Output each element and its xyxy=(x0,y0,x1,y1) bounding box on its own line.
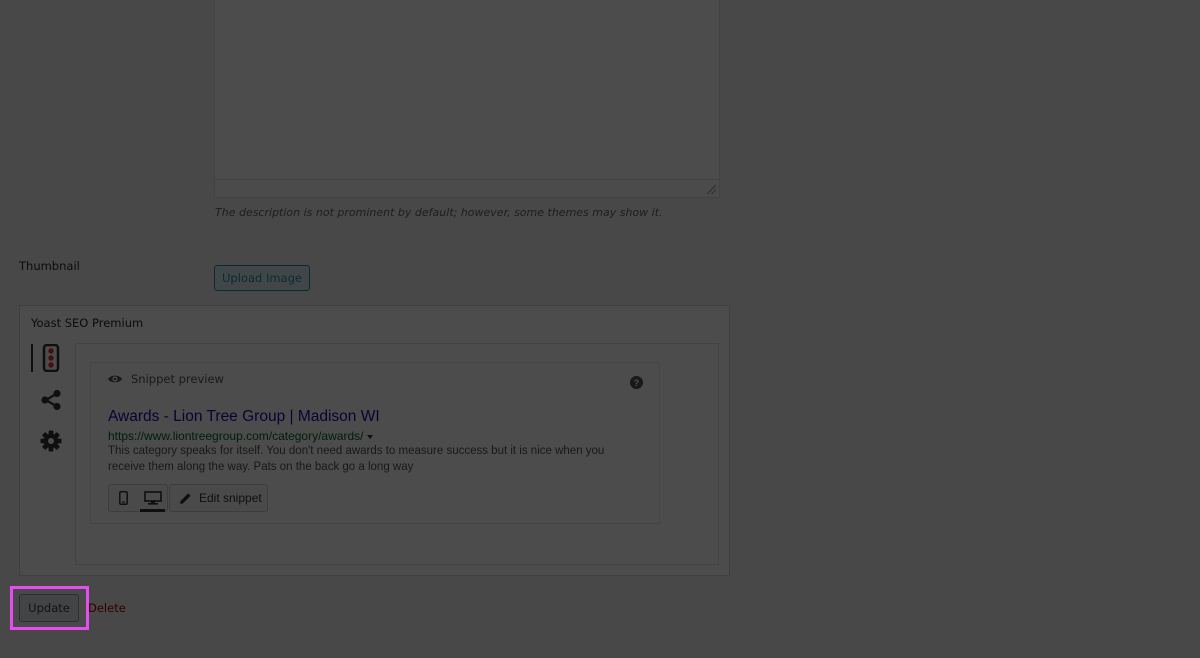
description-help-text: The description is not prominent by defa… xyxy=(215,206,663,219)
term-edit-page: The description is not prominent by defa… xyxy=(0,0,1200,658)
content-analysis-panel: Snippet preview ? Awards - Lion Tree Gro… xyxy=(75,343,719,565)
snippet-title[interactable]: Awards - Lion Tree Group | Madison WI xyxy=(108,408,380,426)
gear-icon xyxy=(40,430,62,452)
mobile-preview-button[interactable] xyxy=(109,485,138,511)
edit-snippet-button[interactable]: Edit snippet xyxy=(169,484,268,512)
thumbnail-label: Thumbnail xyxy=(19,259,80,273)
snippet-preview: Snippet preview ? Awards - Lion Tree Gro… xyxy=(90,362,660,524)
desktop-preview-button[interactable] xyxy=(138,485,167,512)
upload-image-button[interactable]: Upload Image xyxy=(214,265,310,291)
description-textarea[interactable] xyxy=(214,0,720,198)
eye-icon xyxy=(108,375,122,383)
mobile-icon xyxy=(119,491,128,505)
metabox-title: Yoast SEO Premium xyxy=(31,316,144,330)
snippet-url[interactable]: https://www.liontreegroup.com/category/a… xyxy=(108,429,374,443)
pencil-icon xyxy=(180,492,191,504)
highlight-frame xyxy=(10,586,89,630)
resize-handle-icon[interactable] xyxy=(707,185,716,194)
caret-down-icon xyxy=(367,434,374,439)
snippet-description[interactable]: This category speaks for itself. You don… xyxy=(108,443,628,475)
help-icon[interactable]: ? xyxy=(630,376,643,389)
desktop-icon xyxy=(143,491,162,505)
tab-advanced[interactable] xyxy=(36,426,66,456)
delete-link[interactable]: Delete xyxy=(88,601,126,615)
snippet-url-text: https://www.liontreegroup.com/category/a… xyxy=(108,429,364,443)
share-icon xyxy=(41,389,61,411)
snippet-preview-header: Snippet preview xyxy=(107,372,224,386)
tab-content-analysis[interactable] xyxy=(31,343,66,373)
textarea-footer xyxy=(215,179,719,197)
preview-mode-toggle xyxy=(108,484,168,512)
yoast-seo-metabox: Yoast SEO Premium Snippet preview ? Awar… xyxy=(19,305,730,576)
snippet-preview-label: Snippet preview xyxy=(131,372,224,386)
traffic-light-icon xyxy=(42,344,60,372)
tab-social[interactable] xyxy=(36,385,66,415)
edit-snippet-label: Edit snippet xyxy=(199,491,262,505)
